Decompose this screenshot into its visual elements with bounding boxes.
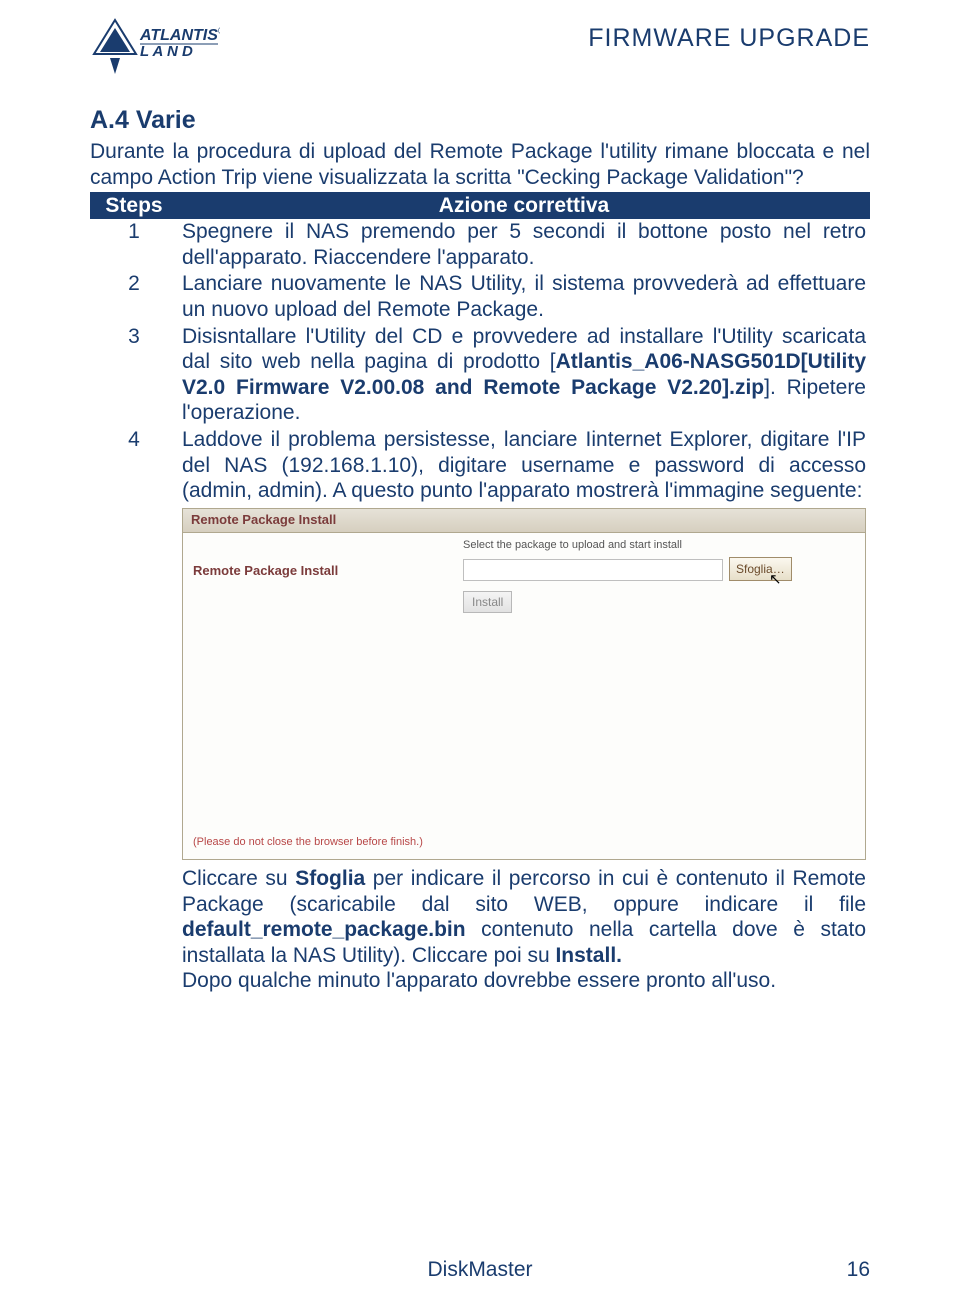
- table-row: 1 Spegnere il NAS premendo per 5 secondi…: [90, 219, 870, 271]
- col-steps: Steps: [90, 192, 178, 219]
- logo-text: ATLANTIS: [139, 27, 218, 44]
- footer-product: DiskMaster: [427, 1258, 532, 1281]
- step-text: Laddove il problema persistesse, lanciar…: [178, 427, 870, 995]
- svg-text:L A N D: L A N D: [140, 43, 193, 60]
- step-text: Spegnere il NAS premendo per 5 secondi i…: [178, 219, 870, 271]
- page-footer: DiskMaster 16: [0, 1258, 960, 1282]
- package-path-input[interactable]: [463, 559, 723, 581]
- table-row: 3 Disisntallare l'Utility del CD e provv…: [90, 324, 870, 427]
- step-number: 1: [90, 219, 178, 271]
- table-row: 4 Laddove il problema persistesse, lanci…: [90, 427, 870, 995]
- svg-text:®: ®: [218, 26, 220, 37]
- step-number: 2: [90, 271, 178, 323]
- step-text: Disisntallare l'Utility del CD e provved…: [178, 324, 870, 427]
- brand-logo: ATLANTIS ® L A N D: [90, 18, 220, 76]
- browse-button[interactable]: Sfoglia…: [729, 557, 792, 581]
- section-heading: A.4 Varie: [90, 106, 870, 135]
- page-header-title: FIRMWARE UPGRADE: [588, 24, 870, 53]
- col-action: Azione correttiva: [178, 192, 870, 219]
- remote-package-install-screenshot: Remote Package Install Remote Package In…: [182, 508, 866, 860]
- footer-page-number: 16: [847, 1258, 870, 1282]
- step-text: Lanciare nuovamente le NAS Utility, il s…: [178, 271, 870, 323]
- table-row: 2 Lanciare nuovamente le NAS Utility, il…: [90, 271, 870, 323]
- dialog-side-label: Remote Package Install: [193, 563, 338, 579]
- select-package-label: Select the package to upload and start i…: [463, 539, 682, 552]
- dialog-title: Remote Package Install: [183, 509, 865, 533]
- section-intro: Durante la procedura di upload del Remot…: [90, 139, 870, 190]
- step-number: 3: [90, 324, 178, 427]
- steps-table: Steps Azione correttiva 1 Spegnere il NA…: [90, 192, 870, 995]
- dialog-note: (Please do not close the browser before …: [193, 836, 423, 849]
- cursor-icon: ↖: [769, 571, 782, 589]
- step-number: 4: [90, 427, 178, 995]
- install-button[interactable]: Install: [463, 591, 512, 613]
